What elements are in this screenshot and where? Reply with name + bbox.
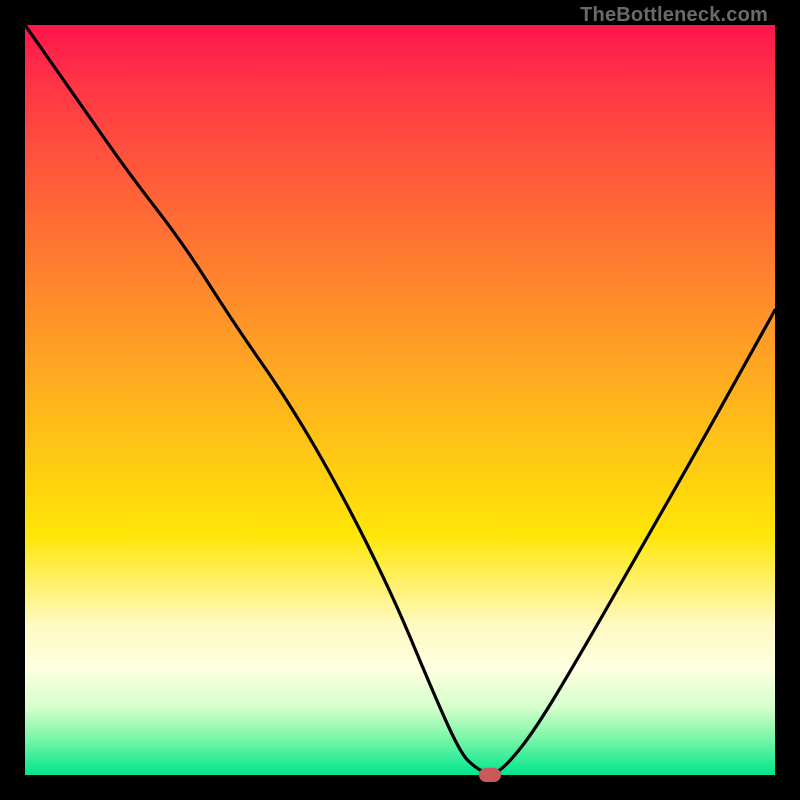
chart-frame: TheBottleneck.com	[0, 0, 800, 800]
plot-area	[25, 25, 775, 775]
optimal-point-marker	[479, 768, 501, 782]
curve-path	[25, 25, 775, 773]
bottleneck-curve	[25, 25, 775, 775]
watermark-text: TheBottleneck.com	[580, 4, 768, 27]
